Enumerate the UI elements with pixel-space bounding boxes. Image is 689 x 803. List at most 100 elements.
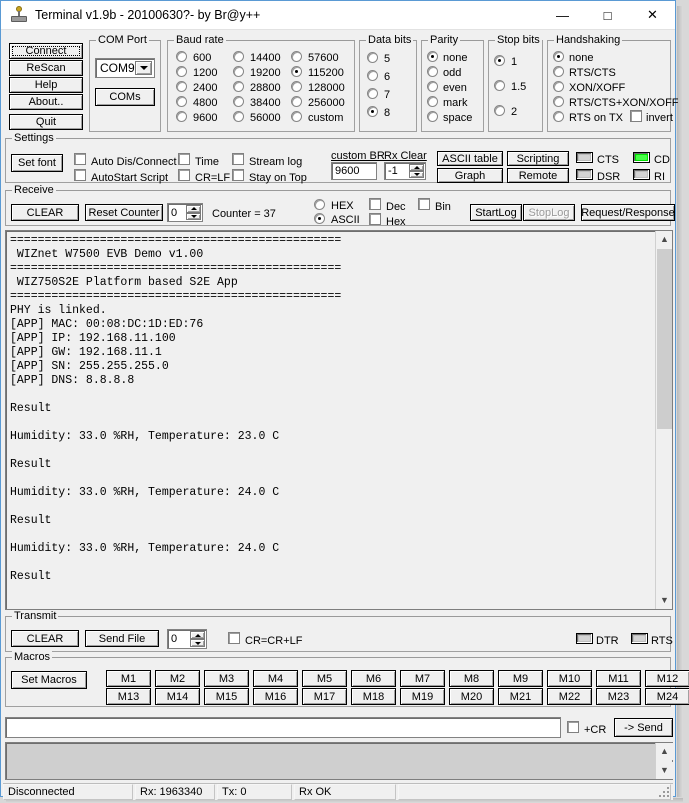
- parity-radio-space[interactable]: [427, 111, 438, 122]
- cr-lf-checkbox[interactable]: [178, 169, 190, 181]
- baud-radio-600[interactable]: [176, 51, 187, 62]
- help-button[interactable]: Help: [9, 77, 83, 93]
- macro-button-m18[interactable]: M18: [351, 688, 396, 705]
- com-port-select[interactable]: COM9: [95, 58, 155, 78]
- baud-radio-28800[interactable]: [233, 81, 244, 92]
- stay-on-top-checkbox[interactable]: [232, 169, 244, 181]
- macro-button-m1[interactable]: M1: [106, 670, 151, 687]
- minimize-button[interactable]: —: [540, 1, 585, 30]
- baud-radio-56000[interactable]: [233, 111, 244, 122]
- parity-radio-none[interactable]: [427, 51, 438, 62]
- log-panel[interactable]: ▲ ▼: [5, 742, 673, 780]
- receive-radio-ascii[interactable]: [314, 213, 325, 224]
- start-log-button[interactable]: StartLog: [470, 204, 522, 221]
- terminal-output[interactable]: ========================================…: [5, 230, 673, 610]
- macro-button-m13[interactable]: M13: [106, 688, 151, 705]
- coms-button[interactable]: COMs: [95, 88, 155, 106]
- baud-radio-19200[interactable]: [233, 66, 244, 77]
- macro-button-m10[interactable]: M10: [547, 670, 592, 687]
- baud-radio-2400[interactable]: [176, 81, 187, 92]
- log-scroll-down-icon[interactable]: ▼: [656, 762, 673, 779]
- cr-crlf-checkbox[interactable]: [228, 632, 240, 644]
- log-panel-scrollbar[interactable]: ▲ ▼: [655, 743, 673, 779]
- stopbits-radio-1[interactable]: [494, 55, 505, 66]
- receive-counter-spinner[interactable]: 0: [167, 203, 203, 222]
- custom-br-input[interactable]: 9600: [331, 162, 377, 180]
- macro-button-m7[interactable]: M7: [400, 670, 445, 687]
- send-cr-checkbox[interactable]: [567, 721, 579, 733]
- parity-radio-odd[interactable]: [427, 66, 438, 77]
- macro-button-m17[interactable]: M17: [302, 688, 347, 705]
- baud-radio-14400[interactable]: [233, 51, 244, 62]
- databits-radio-6[interactable]: [367, 70, 378, 81]
- handshaking-radio-none[interactable]: [553, 51, 564, 62]
- parity-radio-mark[interactable]: [427, 96, 438, 107]
- receive-hex-checkbox[interactable]: [369, 213, 381, 225]
- autostart-script-checkbox[interactable]: [74, 169, 86, 181]
- baud-radio-4800[interactable]: [176, 96, 187, 107]
- macro-button-m3[interactable]: M3: [204, 670, 249, 687]
- remote-button[interactable]: Remote: [507, 168, 569, 183]
- receive-radio-hex[interactable]: [314, 199, 325, 210]
- rescan-button[interactable]: ReScan: [9, 60, 83, 76]
- receive-dec-checkbox[interactable]: [369, 198, 381, 210]
- parity-radio-even[interactable]: [427, 81, 438, 92]
- macro-button-m6[interactable]: M6: [351, 670, 396, 687]
- baud-radio-9600[interactable]: [176, 111, 187, 122]
- databits-radio-7[interactable]: [367, 88, 378, 99]
- macro-button-m22[interactable]: M22: [547, 688, 592, 705]
- resize-grip-icon[interactable]: [658, 786, 671, 799]
- rx-clear-spinner-arrows[interactable]: [409, 164, 424, 178]
- handshaking-radio-both[interactable]: [553, 96, 564, 107]
- macro-button-m11[interactable]: M11: [596, 670, 641, 687]
- handshaking-invert-checkbox[interactable]: [630, 110, 642, 122]
- graph-button[interactable]: Graph: [437, 168, 503, 183]
- macro-button-m20[interactable]: M20: [449, 688, 494, 705]
- send-file-button[interactable]: Send File: [85, 630, 159, 647]
- macro-button-m16[interactable]: M16: [253, 688, 298, 705]
- databits-radio-5[interactable]: [367, 52, 378, 63]
- connect-button[interactable]: Connect: [9, 43, 83, 59]
- transmit-delay-arrows[interactable]: [190, 631, 205, 647]
- macro-button-m9[interactable]: M9: [498, 670, 543, 687]
- send-input[interactable]: [5, 717, 561, 738]
- close-button[interactable]: ✕: [630, 1, 675, 30]
- transmit-clear-button[interactable]: CLEAR: [11, 630, 79, 647]
- terminal-scrollbar[interactable]: ▲ ▼: [655, 231, 672, 609]
- maximize-button[interactable]: □: [585, 1, 630, 30]
- ascii-table-button[interactable]: ASCII table: [437, 151, 503, 166]
- handshaking-radio-rtscts[interactable]: [553, 66, 564, 77]
- rx-clear-spinner[interactable]: -1: [384, 162, 426, 180]
- receive-bin-checkbox[interactable]: [418, 198, 430, 210]
- baud-radio-custom[interactable]: [291, 111, 302, 122]
- macro-button-m21[interactable]: M21: [498, 688, 543, 705]
- receive-counter-arrows[interactable]: [186, 205, 201, 220]
- log-scroll-up-icon[interactable]: ▲: [656, 743, 673, 760]
- baud-radio-38400[interactable]: [233, 96, 244, 107]
- baud-radio-256000[interactable]: [291, 96, 302, 107]
- auto-disconnect-checkbox[interactable]: [74, 153, 86, 165]
- macro-button-m24[interactable]: M24: [645, 688, 689, 705]
- macro-button-m5[interactable]: M5: [302, 670, 347, 687]
- baud-radio-1200[interactable]: [176, 66, 187, 77]
- chevron-down-icon[interactable]: [135, 61, 152, 75]
- scrollbar-thumb[interactable]: [657, 249, 672, 429]
- macro-button-m14[interactable]: M14: [155, 688, 200, 705]
- transmit-delay-spinner[interactable]: 0: [167, 629, 207, 649]
- databits-radio-8[interactable]: [367, 106, 378, 117]
- set-font-button[interactable]: Set font: [11, 154, 63, 172]
- macro-button-m23[interactable]: M23: [596, 688, 641, 705]
- stopbits-radio-1-5[interactable]: [494, 80, 505, 91]
- baud-radio-128000[interactable]: [291, 81, 302, 92]
- handshaking-radio-rtsontx[interactable]: [553, 111, 564, 122]
- macro-button-m2[interactable]: M2: [155, 670, 200, 687]
- reset-counter-button[interactable]: Reset Counter: [85, 204, 163, 221]
- scroll-up-icon[interactable]: ▲: [656, 231, 672, 248]
- receive-clear-button[interactable]: CLEAR: [11, 204, 79, 221]
- request-response-button[interactable]: Request/Response: [581, 204, 675, 221]
- quit-button[interactable]: Quit: [9, 114, 83, 130]
- macro-button-m8[interactable]: M8: [449, 670, 494, 687]
- about-button[interactable]: About..: [9, 94, 83, 110]
- baud-radio-57600[interactable]: [291, 51, 302, 62]
- scroll-down-icon[interactable]: ▼: [656, 592, 672, 609]
